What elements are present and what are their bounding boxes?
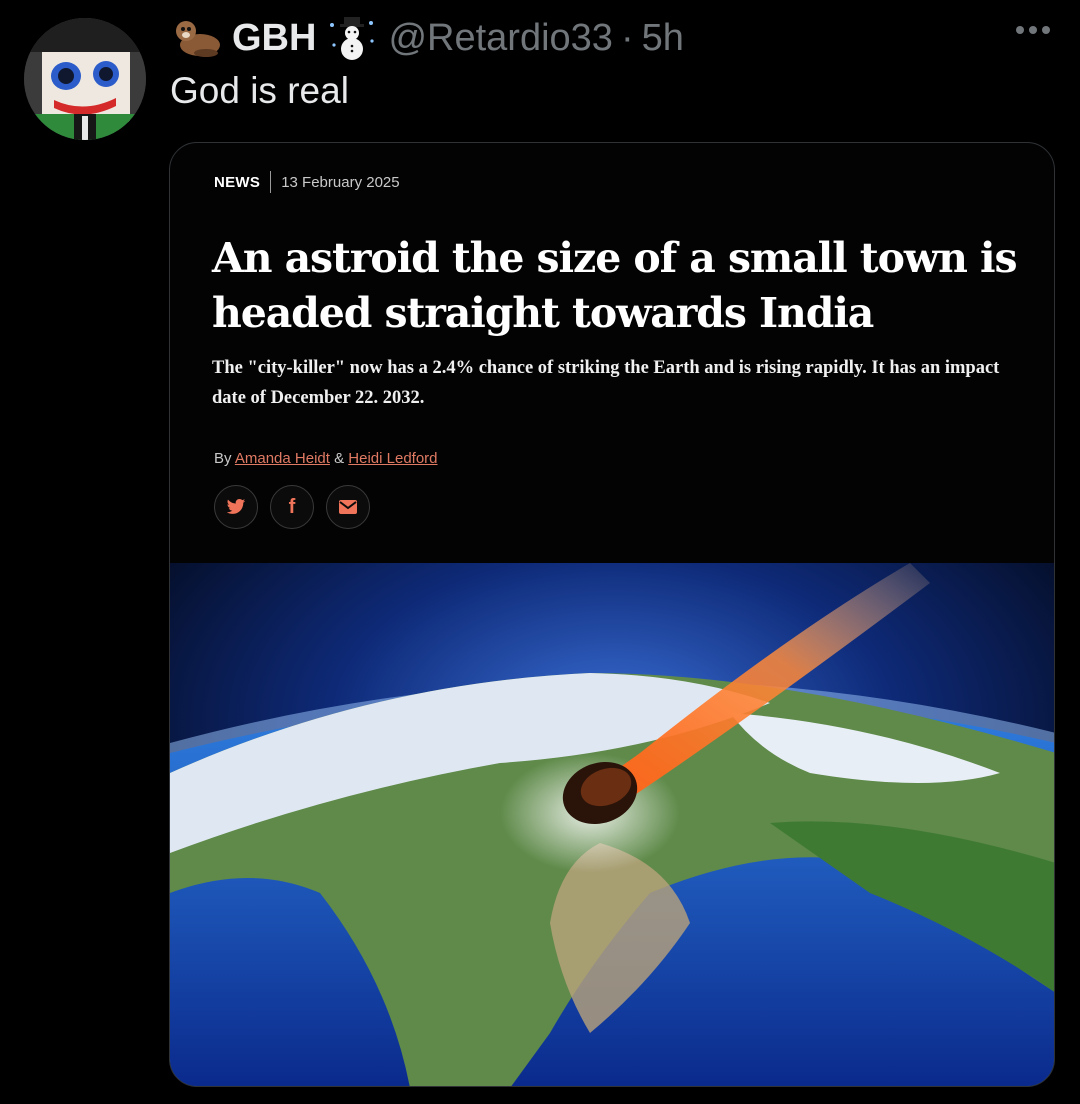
author-link: Heidi Ledford: [348, 450, 438, 467]
byline-joiner: &: [334, 450, 345, 467]
article-date: 13 February 2025: [281, 173, 400, 191]
asteroid-earth-image: [170, 563, 1054, 1086]
twitter-bird-icon: [214, 485, 258, 529]
meta-divider: [270, 171, 272, 193]
author-link: Amanda Heidt: [234, 450, 330, 467]
article-byline: By Amanda Heidt & Heidi Ledford: [214, 450, 438, 467]
separator-dot: ·: [620, 16, 634, 59]
tweet[interactable]: GBH @Retardio33 · 5h God is real NEWS 13…: [0, 0, 1080, 1104]
tweet-header: GBH @Retardio33 · 5h: [170, 10, 684, 66]
article-headline: An astroid the size of a small town is h…: [212, 234, 1018, 337]
timestamp[interactable]: 5h: [642, 17, 684, 60]
snowman-emoji-icon: [326, 15, 378, 61]
tweet-text: God is real: [170, 70, 349, 111]
more-options-icon[interactable]: [1016, 26, 1050, 34]
otter-emoji-icon: [170, 15, 222, 61]
byline-prefix: By: [214, 450, 232, 467]
facebook-icon: f: [270, 485, 314, 529]
share-buttons: f: [214, 485, 370, 529]
avatar[interactable]: [24, 18, 146, 140]
display-name[interactable]: GBH: [232, 17, 316, 60]
article-meta: NEWS 13 February 2025: [214, 171, 400, 193]
article-section: NEWS: [214, 173, 261, 191]
envelope-icon: [326, 485, 370, 529]
article-standfirst: The "city-killer" now has a 2.4% chance …: [212, 358, 1000, 408]
media-attachment[interactable]: NEWS 13 February 2025 An astroid the siz…: [169, 142, 1055, 1087]
handle[interactable]: @Retardio33: [388, 17, 612, 60]
article-screenshot: NEWS 13 February 2025 An astroid the siz…: [170, 143, 1054, 563]
